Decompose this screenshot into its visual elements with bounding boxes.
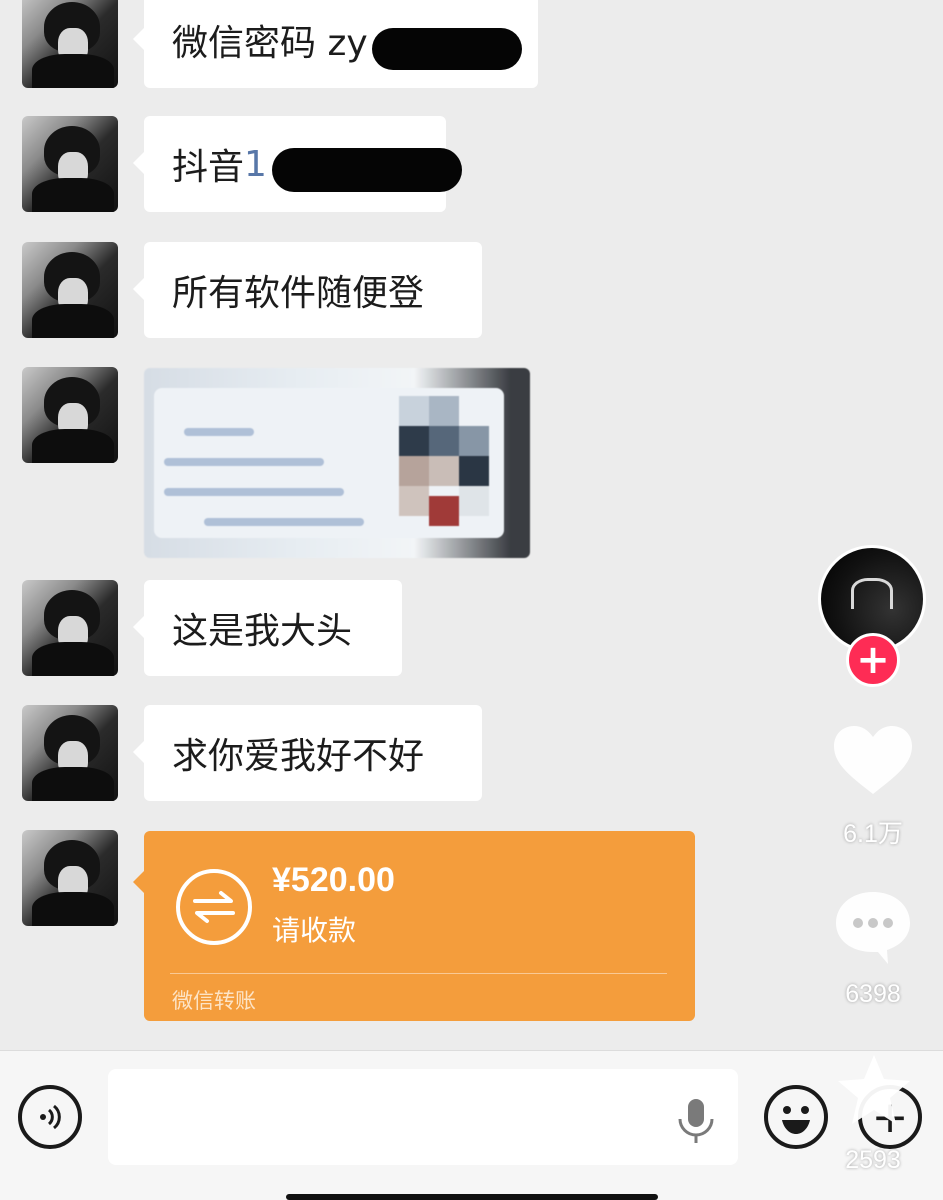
message-text: 抖音 [172,147,245,188]
comment-count: 6398 [845,980,901,1008]
sender-avatar[interactable] [22,830,118,926]
microphone-icon[interactable] [674,1097,718,1145]
message-bubble[interactable]: 抖音 1 [133,116,462,212]
redaction-mark [372,28,522,70]
heart-icon[interactable] [830,722,916,798]
input-bar: + [0,1050,943,1200]
emoji-icon[interactable] [764,1085,828,1149]
sender-avatar[interactable] [22,116,118,212]
comment-icon[interactable] [832,888,914,966]
message-text: 求你爱我好不好 [172,736,425,777]
favorite-count: 2593 [845,1146,901,1174]
sender-avatar[interactable] [22,0,118,88]
voice-icon[interactable] [18,1085,82,1149]
follow-button[interactable]: + [846,633,900,687]
transfer-status: 请收款 [272,914,357,947]
home-indicator[interactable] [286,1194,658,1200]
image-message[interactable] [144,368,530,558]
message-text: 这是我大头 [172,611,353,652]
transfer-card[interactable]: ¥520.00 请收款 微信转账 [133,831,695,1021]
transfer-arrows-icon [176,869,252,945]
message-input[interactable] [108,1069,738,1165]
sender-avatar[interactable] [22,705,118,801]
message-text: 所有软件随便登 [172,273,425,314]
favorite-star-icon[interactable] [834,1052,914,1128]
sender-avatar[interactable] [22,580,118,676]
sender-avatar[interactable] [22,367,118,463]
chat-screen: 微信密码 zy 抖音 1 所有软件随便登 这是我大头 求你爱我好不好 ¥520.… [0,0,943,1200]
message-bubble[interactable]: 微信密码 zy [133,0,538,88]
message-bubble[interactable]: 这是我大头 [133,580,402,676]
message-link-text: 1 [244,143,267,185]
message-bubble[interactable]: 所有软件随便登 [133,242,482,338]
transfer-amount: ¥520.00 [272,861,395,899]
transfer-footer: 微信转账 [172,989,256,1013]
divider [170,973,667,974]
like-count: 6.1万 [843,820,903,848]
message-bubble[interactable]: 求你爱我好不好 [133,705,482,801]
message-text: 微信密码 zy [172,23,368,64]
redaction-mark [272,148,462,192]
sender-avatar[interactable] [22,242,118,338]
